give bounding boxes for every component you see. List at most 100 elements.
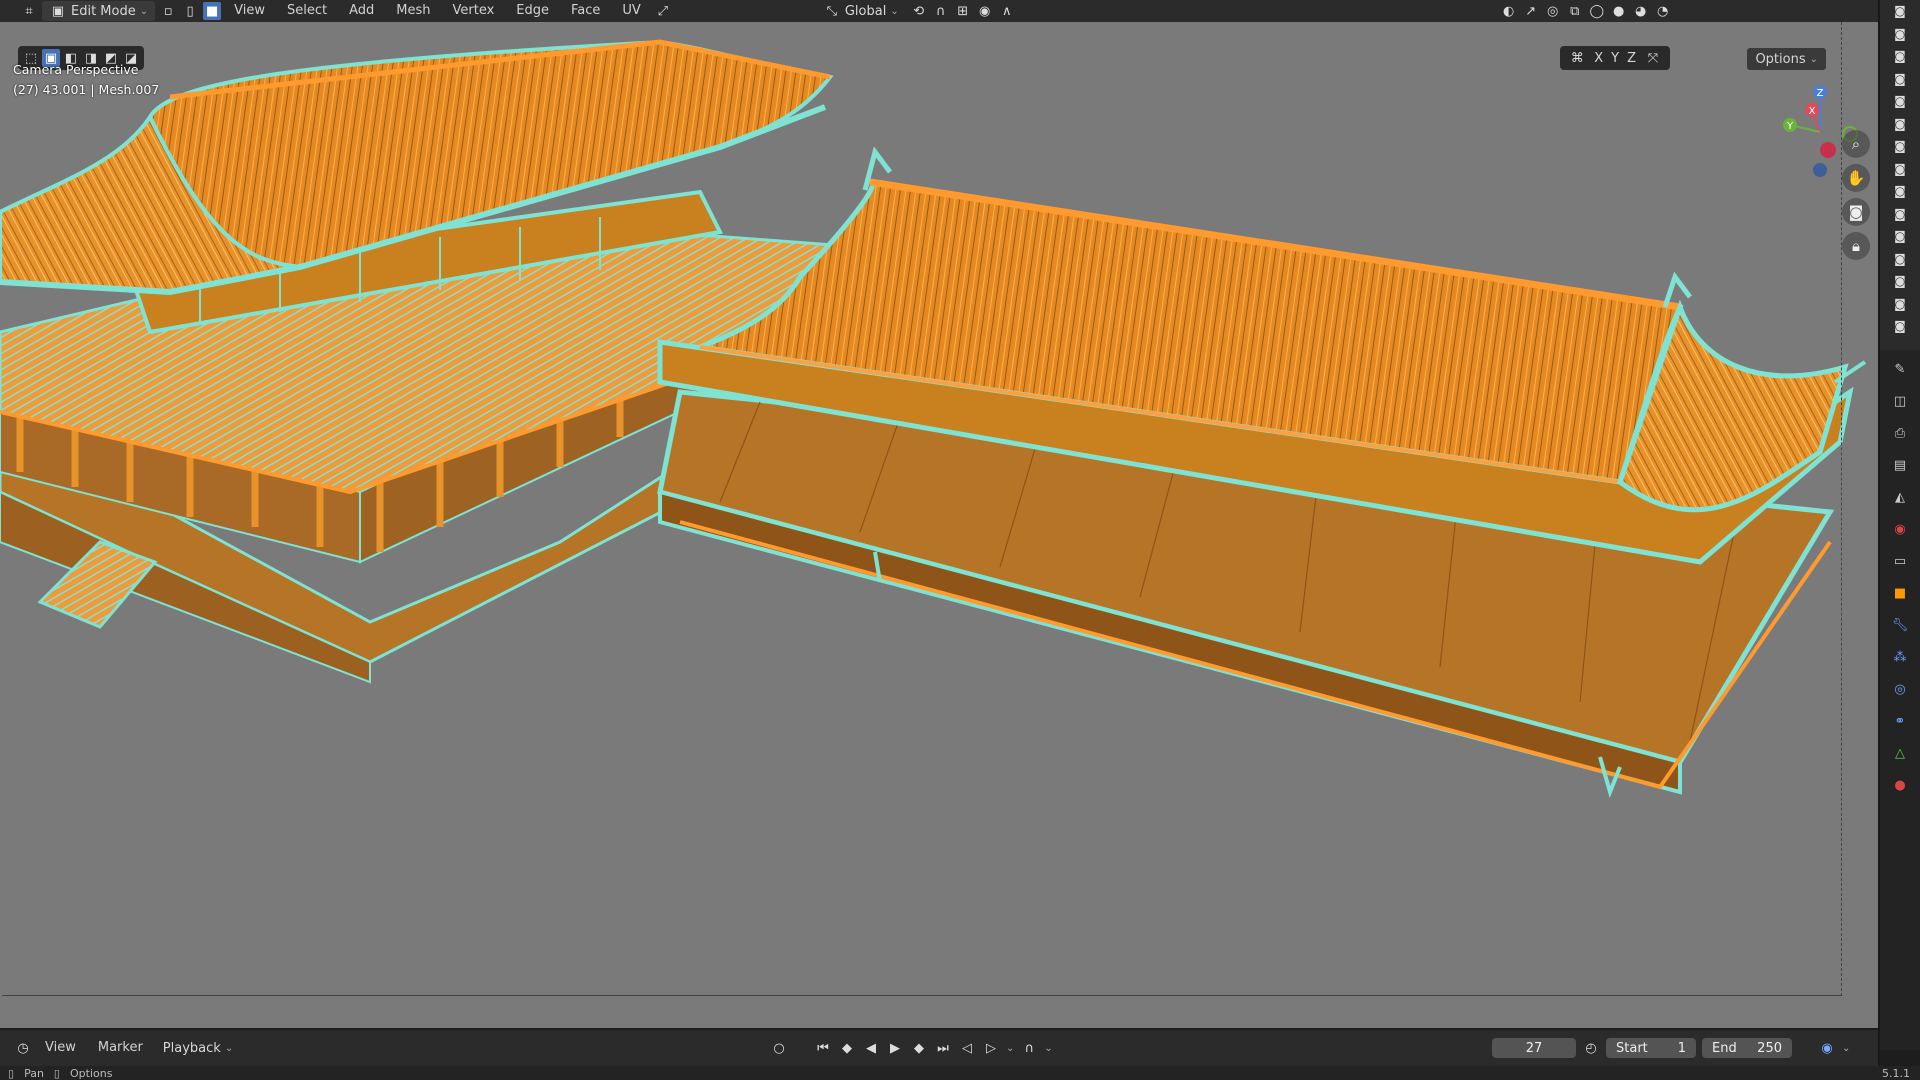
options-button[interactable]: Options ⌄ bbox=[1747, 48, 1826, 70]
3d-viewport[interactable]: ⬚ ▣ ◧ ◨ ◩ ◪ Camera Perspective (27) 43.0… bbox=[0, 22, 1880, 1028]
play-reverse-icon[interactable]: ◀ bbox=[862, 1039, 880, 1057]
tool-props-icon[interactable]: ✎ bbox=[1887, 356, 1913, 382]
rendered-shading-icon[interactable]: ◔ bbox=[1654, 2, 1672, 20]
next-frame-icon[interactable]: ▷ bbox=[982, 1039, 1000, 1057]
constraints-props-icon[interactable]: ⚭ bbox=[1887, 708, 1913, 734]
render-props-icon[interactable]: ◫ bbox=[1887, 388, 1913, 414]
jump-start-icon[interactable]: ⏮ bbox=[814, 1039, 832, 1057]
auto-merge-icon[interactable]: ⤧ bbox=[1644, 49, 1662, 67]
material-props-icon[interactable]: ● bbox=[1887, 772, 1913, 798]
object-props-icon[interactable]: ■ bbox=[1887, 580, 1913, 606]
playback-menu[interactable]: Playback ⌄ bbox=[156, 1038, 240, 1058]
menu-add[interactable]: Add bbox=[340, 0, 383, 22]
visibility-icon[interactable]: ◐ bbox=[1500, 2, 1518, 20]
gizmo-toggle-icon[interactable]: ↗ bbox=[1522, 2, 1540, 20]
camera-icon[interactable]: ◙ bbox=[1880, 180, 1920, 203]
vertex-select-icon[interactable]: ▫ bbox=[159, 2, 177, 20]
prev-frame-icon[interactable]: ◁ bbox=[958, 1039, 976, 1057]
camera-icon[interactable]: ◙ bbox=[1880, 225, 1920, 248]
uv-sync-icon[interactable]: ⤢ bbox=[654, 2, 672, 20]
playback-controls: ○ ⏮ ◆ ◀ ▶ ◆ ⏭ ◁ ▷ ⌄ ∩ ⌄ bbox=[770, 1039, 1052, 1057]
transform-orientation-icon: ⤡ bbox=[826, 3, 838, 19]
camera-icon[interactable]: ◙ bbox=[1880, 270, 1920, 293]
editor-type-icon[interactable]: ⌗ bbox=[20, 2, 38, 20]
chevron-down-icon[interactable]: ⌄ bbox=[1044, 1043, 1052, 1054]
axis-z-toggle[interactable]: Z bbox=[1627, 51, 1636, 66]
lock-icon[interactable]: 🔒︎ bbox=[1842, 232, 1870, 260]
end-frame-field[interactable]: End 250 bbox=[1702, 1038, 1792, 1058]
camera-icon[interactable]: ◙ bbox=[1880, 158, 1920, 181]
material-shading-icon[interactable]: ◕ bbox=[1632, 2, 1650, 20]
scene-props-icon[interactable]: ◭ bbox=[1887, 484, 1913, 510]
menu-mesh[interactable]: Mesh bbox=[387, 0, 439, 22]
camera-icon[interactable]: ◙ bbox=[1880, 0, 1920, 23]
modifier-props-icon[interactable]: 🔧︎ bbox=[1887, 612, 1913, 638]
wireframe-shading-icon[interactable]: ◯ bbox=[1588, 2, 1606, 20]
mouse-icon: ▯ bbox=[8, 1066, 15, 1080]
menu-face[interactable]: Face bbox=[562, 0, 609, 22]
xray-icon[interactable]: ⧉ bbox=[1566, 2, 1584, 20]
next-keyframe-icon[interactable]: ◆ bbox=[910, 1039, 928, 1057]
particles-props-icon[interactable]: ⁂ bbox=[1887, 644, 1913, 670]
pan-hand-icon[interactable]: ✋ bbox=[1842, 164, 1870, 192]
overlay-toggle-icon[interactable]: ◉ bbox=[1818, 1039, 1836, 1057]
overlay-icon[interactable]: ◎ bbox=[1544, 2, 1562, 20]
mirror-icon[interactable]: ⌘ bbox=[1568, 49, 1586, 67]
solid-shading-icon[interactable]: ● bbox=[1610, 2, 1628, 20]
output-props-icon[interactable]: ⎙ bbox=[1887, 420, 1913, 446]
options-label: Options bbox=[1755, 51, 1806, 67]
menu-view[interactable]: View bbox=[225, 0, 274, 22]
chevron-down-icon: ⌄ bbox=[1809, 53, 1818, 65]
menu-uv[interactable]: UV bbox=[613, 0, 649, 22]
stopwatch-icon[interactable]: ◴ bbox=[1582, 1039, 1600, 1057]
record-icon[interactable]: ○ bbox=[770, 1039, 788, 1057]
chevron-down-icon[interactable]: ⌄ bbox=[1842, 1043, 1850, 1054]
axis-x-toggle[interactable]: X bbox=[1594, 51, 1603, 66]
editor-type-icon[interactable]: ◷ bbox=[14, 1039, 32, 1057]
axis-y-toggle[interactable]: Y bbox=[1611, 51, 1619, 66]
pivot-icon[interactable]: ⟲ bbox=[910, 2, 928, 20]
viewport-header: ⌗ ▣ Edit Mode ⌄ ▫ ▯ ■ View Select Add Me… bbox=[0, 0, 1880, 22]
view-layer-icon[interactable]: ▤ bbox=[1887, 452, 1913, 478]
camera-icon[interactable]: ◙ bbox=[1880, 90, 1920, 113]
camera-icon[interactable]: ◙ bbox=[1880, 135, 1920, 158]
camera-icon[interactable]: ◙ bbox=[1880, 45, 1920, 68]
orientation-selector[interactable]: ⤡ Global ⌄ bbox=[816, 1, 906, 21]
timeline-menu-marker[interactable]: Marker bbox=[89, 1037, 152, 1059]
camera-icon[interactable]: ◙ bbox=[1880, 315, 1920, 338]
physics-props-icon[interactable]: ◎ bbox=[1887, 676, 1913, 702]
menu-vertex[interactable]: Vertex bbox=[444, 0, 504, 22]
menu-edge[interactable]: Edge bbox=[507, 0, 558, 22]
camera-icon[interactable]: ◙ bbox=[1880, 23, 1920, 46]
camera-icon[interactable]: ◙ bbox=[1880, 248, 1920, 271]
edit-mode-icon: ▣ bbox=[51, 3, 65, 19]
jump-end-icon[interactable]: ⏭ bbox=[934, 1039, 952, 1057]
mouse-icon: ▯ bbox=[53, 1066, 60, 1080]
mode-selector[interactable]: ▣ Edit Mode ⌄ bbox=[42, 1, 156, 21]
data-props-icon[interactable]: △ bbox=[1887, 740, 1913, 766]
snap-icon[interactable]: ∩ bbox=[932, 2, 950, 20]
current-frame-field[interactable]: 27 bbox=[1492, 1038, 1576, 1058]
proportional-edit-icon[interactable]: ◉ bbox=[976, 2, 994, 20]
snap-target-icon[interactable]: ⊞ bbox=[954, 2, 972, 20]
properties-tabs: ✎ ◫ ⎙ ▤ ◭ ◉ ▭ ■ 🔧︎ ⁂ ◎ ⚭ △ ● bbox=[1880, 350, 1920, 1050]
camera-icon[interactable]: ◙ bbox=[1880, 68, 1920, 91]
camera-icon[interactable]: ◙ bbox=[1880, 293, 1920, 316]
menu-select[interactable]: Select bbox=[278, 0, 336, 22]
prev-keyframe-icon[interactable]: ◆ bbox=[838, 1039, 856, 1057]
face-select-icon[interactable]: ■ bbox=[203, 2, 222, 20]
start-frame-field[interactable]: Start 1 bbox=[1606, 1038, 1696, 1058]
gizmo-z-label: Z bbox=[1817, 88, 1824, 99]
edge-select-icon[interactable]: ▯ bbox=[181, 2, 199, 20]
collection-props-icon[interactable]: ▭ bbox=[1887, 548, 1913, 574]
keying-icon[interactable]: ∩ bbox=[1020, 1039, 1038, 1057]
camera-icon[interactable]: ◙ bbox=[1880, 203, 1920, 226]
world-props-icon[interactable]: ◉ bbox=[1887, 516, 1913, 542]
chevron-down-icon[interactable]: ⌄ bbox=[1006, 1043, 1014, 1054]
camera-icon[interactable]: ◙ bbox=[1880, 113, 1920, 136]
timeline-menu-view[interactable]: View bbox=[36, 1037, 85, 1059]
camera-view-icon[interactable]: ◙ bbox=[1842, 198, 1870, 226]
zoom-icon[interactable]: ⌕ bbox=[1842, 130, 1870, 158]
play-icon[interactable]: ▶ bbox=[886, 1039, 904, 1057]
falloff-icon[interactable]: ∧ bbox=[998, 2, 1016, 20]
